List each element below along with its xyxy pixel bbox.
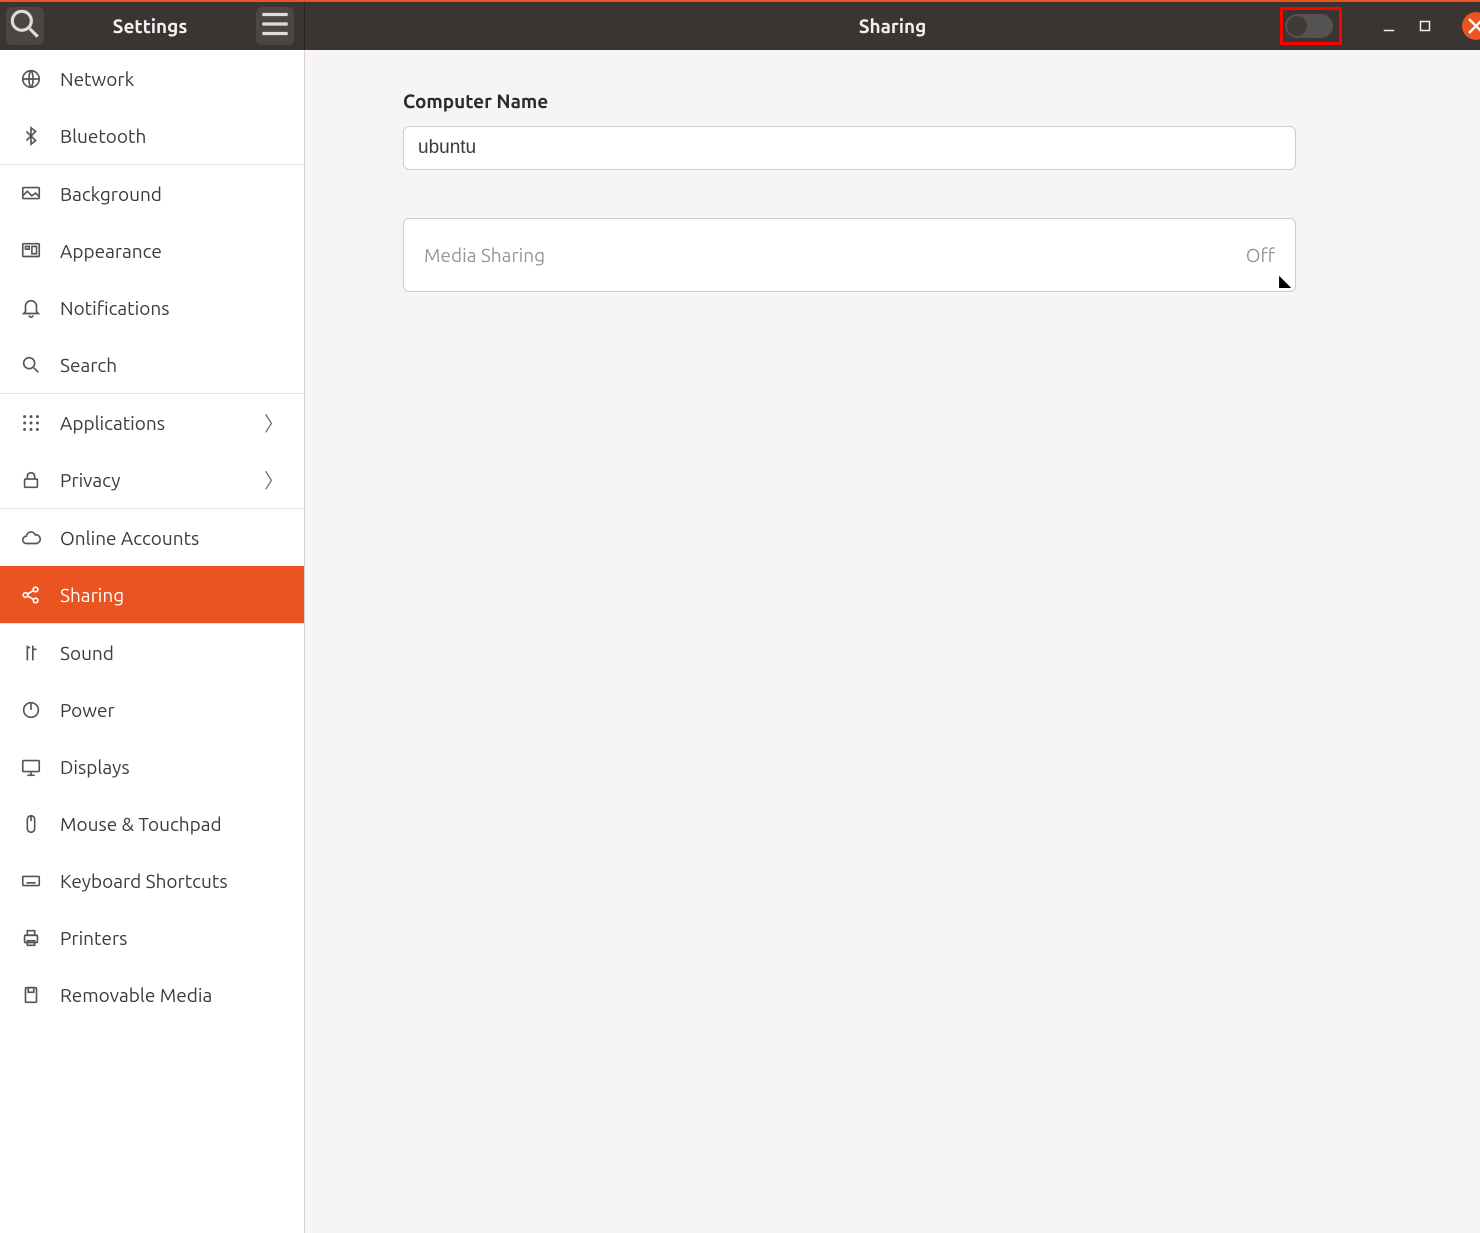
sidebar-item-bluetooth[interactable]: Bluetooth (0, 107, 304, 164)
display-icon (20, 756, 42, 778)
sidebar-item-label: Sharing (60, 584, 284, 606)
sidebar-item-sharing[interactable]: Sharing (0, 566, 304, 623)
media-icon (20, 984, 42, 1006)
titlebar-right: Sharing (305, 2, 1480, 50)
titlebar-left: Settings (0, 2, 305, 50)
sidebar-item-label: Privacy (60, 469, 264, 491)
sidebar-item-applications[interactable]: Applications 〉 (0, 394, 304, 451)
sidebar-item-removable-media[interactable]: Removable Media (0, 966, 304, 1023)
sidebar-item-label: Appearance (60, 240, 284, 262)
sidebar-item-search[interactable]: Search (0, 336, 304, 393)
row-status: Off (1246, 244, 1275, 266)
minimize-button[interactable] (1380, 17, 1398, 35)
row-label: Media Sharing (424, 244, 545, 266)
window-controls (1280, 7, 1480, 45)
sidebar-item-label: Applications (60, 412, 264, 434)
printer-icon (20, 927, 42, 949)
sidebar-item-label: Power (60, 699, 284, 721)
titlebar: Settings Sharing (0, 0, 1480, 50)
menu-button[interactable] (256, 7, 294, 45)
cloud-icon (20, 527, 42, 549)
mouse-icon (20, 813, 42, 835)
sidebar-item-label: Removable Media (60, 984, 284, 1006)
sidebar-item-appearance[interactable]: Appearance (0, 222, 304, 279)
sidebar-item-mouse[interactable]: Mouse & Touchpad (0, 795, 304, 852)
chevron-right-icon: 〉 (264, 408, 284, 437)
sharing-toggle-highlight (1280, 7, 1342, 45)
search-button[interactable] (6, 7, 44, 45)
sidebar-item-label: Notifications (60, 297, 284, 319)
sidebar-item-keyboard[interactable]: Keyboard Shortcuts (0, 852, 304, 909)
sidebar-item-network[interactable]: Network (0, 50, 304, 107)
search-icon (20, 354, 42, 376)
sharing-services-list: Media Sharing Off (403, 218, 1296, 292)
sharing-master-toggle[interactable] (1285, 14, 1333, 38)
sidebar-item-displays[interactable]: Displays (0, 738, 304, 795)
sidebar-item-label: Bluetooth (60, 125, 284, 147)
search-icon (6, 5, 44, 47)
sidebar-item-privacy[interactable]: Privacy 〉 (0, 451, 304, 508)
background-icon (20, 183, 42, 205)
sidebar-item-label: Keyboard Shortcuts (60, 870, 284, 892)
share-icon (20, 584, 42, 606)
appearance-icon (20, 240, 42, 262)
computer-name-input[interactable] (403, 126, 1296, 170)
hamburger-icon (256, 5, 294, 47)
chevron-right-icon: 〉 (264, 465, 284, 494)
bluetooth-icon (20, 125, 42, 147)
sidebar-item-label: Online Accounts (60, 527, 284, 549)
sound-icon (20, 642, 42, 664)
sidebar-item-notifications[interactable]: Notifications (0, 279, 304, 336)
sidebar-item-label: Background (60, 183, 284, 205)
sidebar-item-power[interactable]: Power (0, 681, 304, 738)
sidebar-item-label: Displays (60, 756, 284, 778)
main-content: Computer Name Media Sharing Off ◣ (305, 50, 1480, 1233)
maximize-button[interactable] (1416, 17, 1434, 35)
close-button[interactable] (1462, 12, 1480, 40)
sidebar: Network Bluetooth Background Appearance … (0, 50, 305, 1233)
sidebar-item-label: Mouse & Touchpad (60, 813, 284, 835)
globe-icon (20, 68, 42, 90)
sidebar-item-label: Sound (60, 642, 284, 664)
apps-icon (20, 412, 42, 434)
bell-icon (20, 297, 42, 319)
keyboard-icon (20, 870, 42, 892)
sidebar-item-online-accounts[interactable]: Online Accounts (0, 509, 304, 566)
media-sharing-row[interactable]: Media Sharing Off (404, 219, 1295, 291)
settings-title: Settings (44, 15, 256, 37)
power-icon (20, 699, 42, 721)
page-title: Sharing (859, 15, 927, 37)
sidebar-item-background[interactable]: Background (0, 165, 304, 222)
sidebar-item-sound[interactable]: Sound (0, 624, 304, 681)
sidebar-item-label: Search (60, 354, 284, 376)
sidebar-item-label: Printers (60, 927, 284, 949)
sidebar-item-label: Network (60, 68, 284, 90)
lock-icon (20, 469, 42, 491)
sidebar-item-printers[interactable]: Printers (0, 909, 304, 966)
computer-name-label: Computer Name (403, 90, 1400, 112)
toggle-knob (1287, 16, 1307, 36)
